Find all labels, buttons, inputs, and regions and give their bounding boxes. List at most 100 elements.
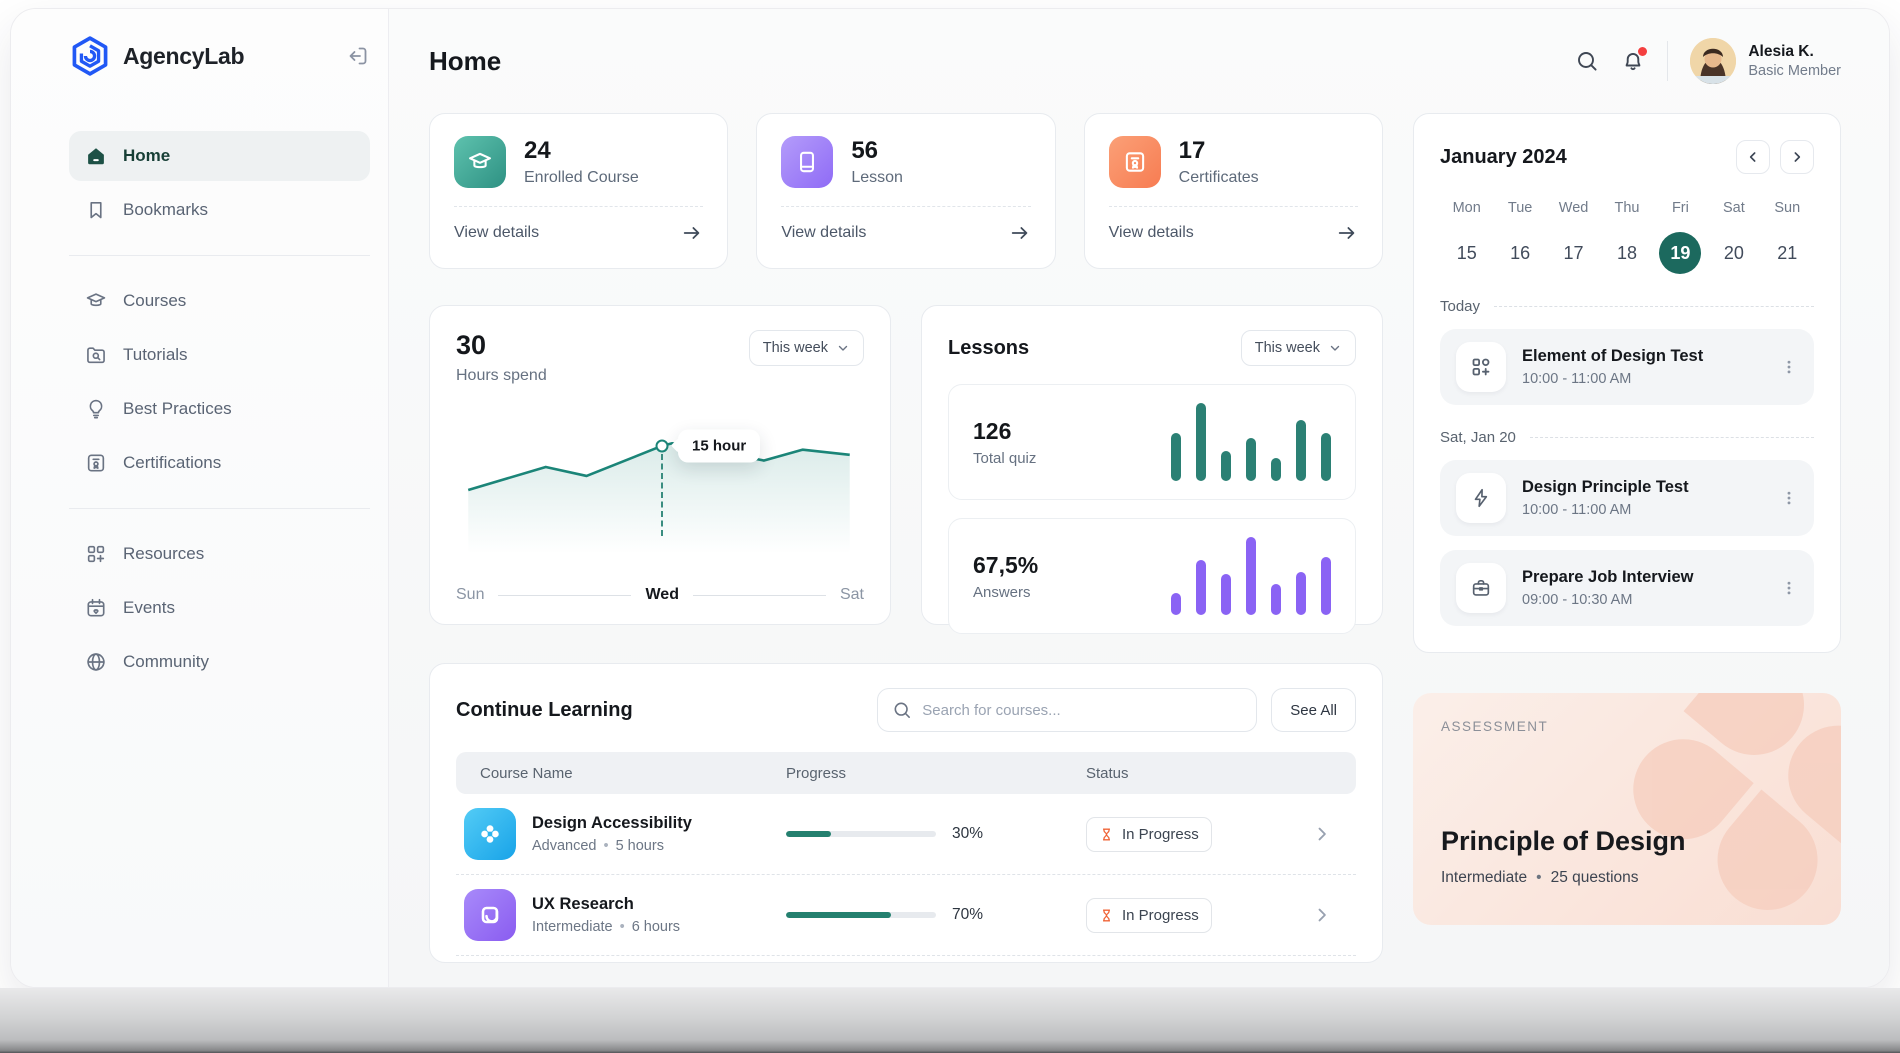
user-role: Basic Member (1748, 63, 1841, 79)
event-element-of-design-test[interactable]: Element of Design Test 10:00 - 11:00 AM (1440, 329, 1814, 405)
assessment-title: Principle of Design (1441, 826, 1813, 857)
calendar-date-21[interactable]: 21 (1761, 232, 1814, 274)
weekday-label: Sat (1707, 200, 1760, 232)
progress-value: 30% (952, 825, 983, 843)
sidebar-divider (69, 508, 370, 509)
calendar-date-15[interactable]: 15 (1440, 232, 1493, 274)
event-menu-dots[interactable] (1780, 489, 1798, 507)
weekday-label: Sun (1761, 200, 1814, 232)
see-all-button[interactable]: See All (1271, 688, 1356, 732)
chevron-down-icon (836, 341, 850, 355)
view-details-link[interactable]: View details (781, 207, 1030, 259)
calendar-date-18[interactable]: 18 (1600, 232, 1653, 274)
hours-label: Hours spend (456, 367, 547, 385)
calendar-month: January 2024 (1440, 146, 1567, 169)
bar (1171, 593, 1181, 615)
calendar-heart-icon (85, 597, 107, 619)
bar (1271, 458, 1281, 481)
search-icon[interactable] (1575, 49, 1599, 73)
sidebar-item-tutorials[interactable]: Tutorials (69, 330, 370, 380)
bar (1296, 572, 1306, 615)
progress-value: 70% (952, 906, 983, 924)
certificate-icon (1109, 136, 1161, 188)
briefcase-icon (1456, 563, 1506, 613)
lightning-icon (1456, 473, 1506, 523)
assessment-tag: ASSESSMENT (1441, 719, 1813, 734)
event-design-principle-test[interactable]: Design Principle Test 10:00 - 11:00 AM (1440, 460, 1814, 536)
hours-line-chart: 15 hour (456, 426, 864, 554)
sidebar-nav: Home Bookmarks Courses (69, 131, 370, 687)
sidebar-collapse-icon[interactable] (346, 44, 370, 68)
event-menu-dots[interactable] (1780, 358, 1798, 376)
user-menu[interactable]: Alesia K. Basic Member (1690, 38, 1841, 84)
stat-label: Certificates (1179, 169, 1259, 187)
folder-search-icon (85, 344, 107, 366)
calendar-next-button[interactable] (1780, 140, 1814, 174)
calendar-date-19[interactable]: 19 (1654, 232, 1707, 274)
arrow-right-icon (1336, 222, 1358, 244)
stat-label: Enrolled Course (524, 169, 639, 187)
calendar-date-20[interactable]: 20 (1707, 232, 1760, 274)
chevron-right-icon[interactable] (1296, 824, 1332, 844)
course-icon (464, 889, 516, 941)
bar (1296, 420, 1306, 481)
sidebar-item-events[interactable]: Events (69, 583, 370, 633)
bar (1221, 451, 1231, 481)
topbar: Home (429, 33, 1841, 89)
laptop-base (0, 988, 1900, 1053)
view-details-link[interactable]: View details (1109, 207, 1358, 259)
certificate-icon (85, 452, 107, 474)
sidebar-item-courses[interactable]: Courses (69, 276, 370, 326)
assessment-card[interactable]: ASSESSMENT Principle of Design Intermedi… (1413, 693, 1841, 925)
sidebar-item-community[interactable]: Community (69, 637, 370, 687)
answers-label: Answers (973, 584, 1038, 601)
hours-spend-card: 30 Hours spend This week 15 hour Sun Wed (429, 305, 891, 625)
sidebar-item-bookmarks[interactable]: Bookmarks (69, 185, 370, 235)
event-title: Element of Design Test (1522, 347, 1703, 366)
course-row-design-accessibility[interactable]: Design Accessibility Advanced5 hours 30% (456, 794, 1356, 874)
lessons-card: Lessons This week 126 Total quiz (921, 305, 1383, 625)
quiz-value: 126 (973, 418, 1036, 445)
lightbulb-icon (85, 398, 107, 420)
sidebar-item-resources[interactable]: Resources (69, 529, 370, 579)
calendar-date-16[interactable]: 16 (1493, 232, 1546, 274)
stat-card-enrolled-course: 24 Enrolled Course View details (429, 113, 728, 269)
chevron-right-icon[interactable] (1296, 905, 1332, 925)
course-icon (464, 808, 516, 860)
weekday-label: Fri (1654, 200, 1707, 232)
notifications-bell-icon[interactable] (1621, 49, 1645, 73)
stat-value: 17 (1179, 137, 1259, 165)
event-menu-dots[interactable] (1780, 579, 1798, 597)
bar (1321, 557, 1331, 616)
bar (1321, 433, 1331, 481)
course-row-ux-research[interactable]: UX Research Intermediate6 hours 70% (456, 875, 1356, 955)
app-window: AgencyLab Home Bookmarks (10, 8, 1890, 988)
hours-filter-dropdown[interactable]: This week (749, 330, 864, 366)
event-prepare-job-interview[interactable]: Prepare Job Interview 09:00 - 10:30 AM (1440, 550, 1814, 626)
sidebar-item-label: Best Practices (123, 399, 232, 419)
sidebar-item-certifications[interactable]: Certifications (69, 438, 370, 488)
grid-plus-icon (1456, 342, 1506, 392)
answers-value: 67,5% (973, 552, 1038, 579)
course-search-input[interactable] (922, 702, 1242, 719)
lessons-filter-dropdown[interactable]: This week (1241, 330, 1356, 366)
column-status: Status (1086, 765, 1296, 782)
assessment-meta: Intermediate25 questions (1441, 869, 1813, 887)
grid-plus-icon (85, 543, 107, 565)
globe-icon (85, 651, 107, 673)
sidebar-item-home[interactable]: Home (69, 131, 370, 181)
stat-label: Lesson (851, 169, 903, 187)
column-progress: Progress (786, 765, 1086, 782)
event-title: Prepare Job Interview (1522, 568, 1694, 587)
course-name: Design Accessibility (532, 814, 692, 833)
search-icon (892, 700, 912, 720)
course-meta: Advanced5 hours (532, 838, 692, 854)
calendar-date-17[interactable]: 17 (1547, 232, 1600, 274)
sidebar-item-best-practices[interactable]: Best Practices (69, 384, 370, 434)
calendar-prev-button[interactable] (1736, 140, 1770, 174)
page-title: Home (429, 46, 501, 77)
calendar-weekdays: MonTueWedThuFriSatSun (1440, 200, 1814, 232)
sidebar-item-label: Events (123, 598, 175, 618)
course-name: UX Research (532, 895, 680, 914)
view-details-link[interactable]: View details (454, 207, 703, 259)
